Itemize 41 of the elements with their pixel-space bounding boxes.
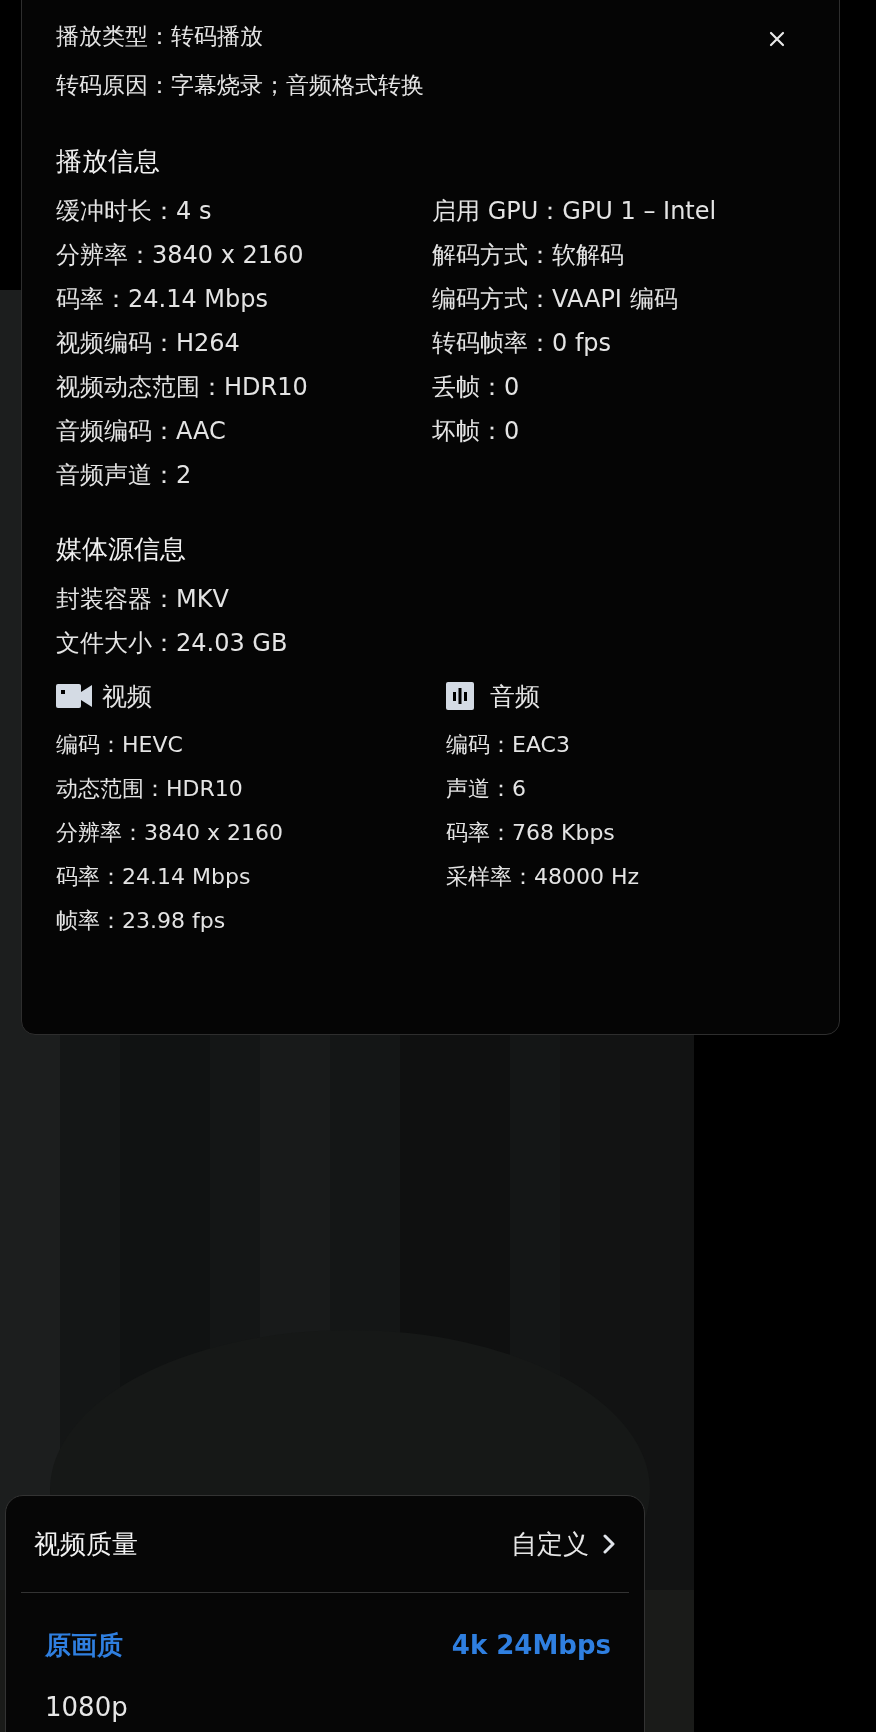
info-text: 编码：EAC3 [446, 731, 570, 759]
info-text: 音频编码：AAC [56, 416, 226, 447]
quality-option[interactable]: 1080p [21, 1685, 629, 1731]
info-text: 码率：768 Kbps [446, 819, 615, 847]
info-text: 丢帧：0 [432, 372, 520, 403]
option-label: 原画质 [45, 1629, 123, 1661]
stream-title: 音频 [490, 680, 540, 713]
info-text: 转码原因：字幕烧录；音频格式转换 [56, 71, 424, 100]
info-text: 分辨率：3840 x 2160 [56, 819, 283, 847]
info-text: 音频声道：2 [56, 460, 192, 491]
quality-option[interactable]: 原画质 4k 24Mbps [21, 1605, 629, 1685]
info-text: 文件大小：24.03 GB [56, 628, 288, 659]
panel-title: 视频质量 [34, 1527, 138, 1561]
info-text: 封装容器：MKV [56, 584, 229, 615]
info-text: 编码方式：VAAPI 编码 [432, 284, 678, 315]
info-text: 码率：24.14 Mbps [56, 863, 251, 891]
audio-wave-icon [446, 682, 474, 710]
info-text: 播放类型：转码播放 [56, 22, 263, 51]
info-text: 动态范围：HDR10 [56, 775, 243, 803]
info-text: 缓冲时长：4 s [56, 196, 212, 227]
stream-title: 视频 [102, 680, 152, 713]
info-text: 码率：24.14 Mbps [56, 284, 268, 315]
info-text: 启用 GPU：GPU 1 – Intel [432, 196, 717, 227]
info-text: 坏帧：0 [432, 416, 520, 447]
info-text: 解码方式：软解码 [432, 240, 624, 271]
info-text: 帧率：23.98 fps [56, 907, 226, 935]
custom-button[interactable]: 自定义 [511, 1526, 615, 1562]
info-text: 声道：6 [446, 775, 526, 803]
info-text: 转码帧率：0 fps [432, 328, 612, 359]
section-heading: 播放信息 [56, 145, 161, 178]
option-label: 1080p [45, 1691, 128, 1723]
info-text: 视频动态范围：HDR10 [56, 372, 308, 403]
option-detail: 4k 24Mbps [451, 1629, 611, 1661]
info-text: 编码：HEVC [56, 731, 183, 759]
video-camera-icon [56, 683, 92, 709]
chevron-right-icon [603, 1534, 615, 1554]
close-icon[interactable] [767, 29, 787, 49]
info-text: 分辨率：3840 x 2160 [56, 240, 304, 271]
section-heading: 媒体源信息 [56, 533, 187, 566]
info-text: 采样率：48000 Hz [446, 863, 640, 891]
info-text: 视频编码：H264 [56, 328, 240, 359]
